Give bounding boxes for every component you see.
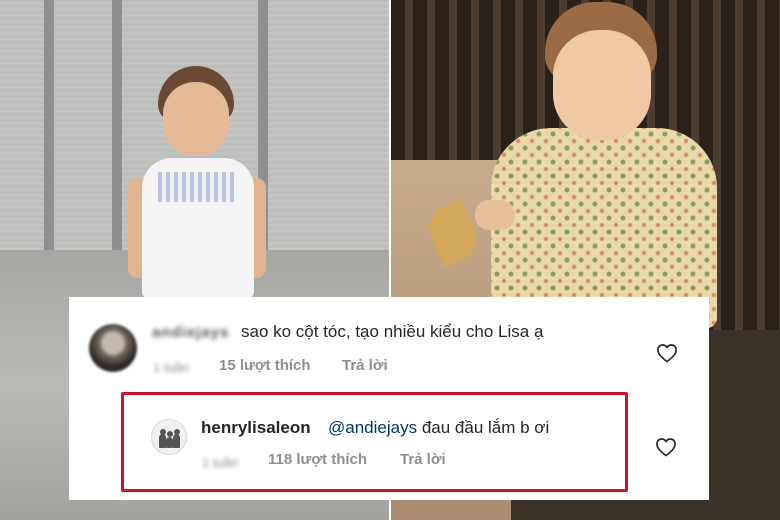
- comment-likes[interactable]: 15 lượt thích: [219, 357, 311, 374]
- comment-row: andiejays sao ko cột tóc, tạo nhiều kiểu…: [69, 297, 709, 387]
- comment-username[interactable]: andiejays: [152, 324, 235, 341]
- heart-outline-icon[interactable]: [655, 437, 677, 457]
- comment-reply-button[interactable]: Trả lời: [342, 357, 388, 374]
- comment-time: 1 tuần: [153, 360, 190, 375]
- heart-outline-icon[interactable]: [656, 343, 678, 363]
- highlight-box: [121, 392, 628, 492]
- comment-text: sao ko cột tóc, tạo nhiều kiểu cho Lisa …: [241, 322, 544, 341]
- avatar[interactable]: [89, 324, 137, 372]
